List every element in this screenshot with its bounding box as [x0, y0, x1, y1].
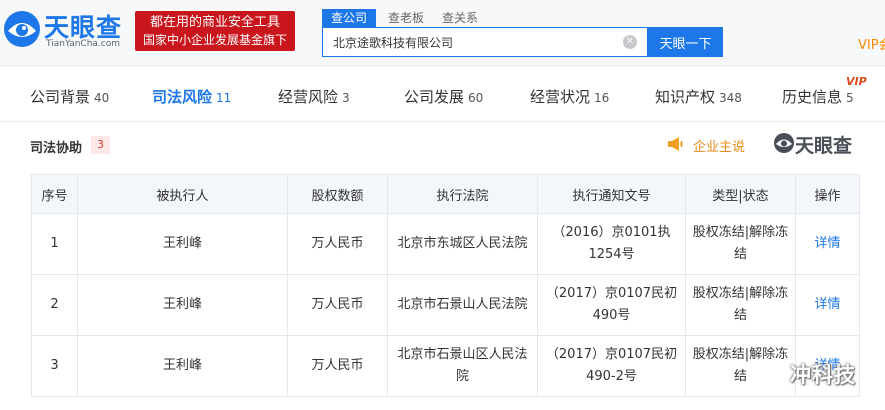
nav-label: 历史信息	[782, 88, 843, 106]
cell-notice-no: （2016）京0101执1254号	[537, 213, 686, 275]
cell-person[interactable]: 王利峰	[77, 213, 288, 275]
detail-link[interactable]: 详情	[795, 274, 860, 336]
column-header: 被执行人	[77, 174, 288, 214]
cell-index: 3	[31, 335, 78, 397]
speak-label: 企业主说	[693, 140, 746, 155]
nav-label: 司法风险	[152, 88, 213, 106]
nav-label: 公司背景	[30, 88, 91, 106]
nav-item-ip[interactable]: 知识产权 348	[655, 86, 742, 107]
column-header: 股权数额	[287, 174, 388, 214]
eye-logo-icon	[774, 133, 794, 153]
search-input[interactable]	[323, 28, 619, 56]
nav-item-development[interactable]: 公司发展 60	[404, 86, 483, 107]
wechat-icon	[748, 360, 777, 383]
megaphone-icon	[668, 137, 683, 151]
watermark-text: 冲科技	[790, 363, 856, 387]
logo-domain: TianYanCha.com	[46, 39, 121, 49]
close-circle-icon[interactable]: ✕	[623, 35, 637, 49]
cell-type-status: 股权冻结|解除冻结	[685, 335, 796, 397]
table-row: 1 王利峰 万人民币 北京市东城区人民法院 （2016）京0101执1254号 …	[31, 213, 860, 275]
banner-line-2: 国家中小企业发展基金旗下	[142, 33, 287, 47]
cell-index: 2	[31, 274, 78, 336]
search-button[interactable]: 天眼一下	[648, 27, 723, 57]
cell-equity-amount: 万人民币	[287, 335, 388, 397]
search-box: ✕	[322, 27, 648, 57]
column-header: 类型|状态	[685, 174, 796, 214]
company-nav: 公司背景 40 司法风险 11 经营风险 3 公司发展 60 经营状况 16 知识产权 34…	[0, 66, 885, 122]
tianyancha-logo[interactable]: 天眼查 TianYanCha.com	[2, 6, 130, 52]
nav-label: 公司发展	[404, 88, 465, 106]
column-header: 操作	[795, 174, 860, 214]
promo-banner[interactable]: 都在用的商业安全工具 国家中小企业发展基金旗下	[135, 11, 295, 51]
cell-type-status: 股权冻结|解除冻结	[685, 274, 796, 336]
nav-label: 经营风险	[278, 88, 339, 106]
cell-court: 北京市石景山区人民法院	[387, 335, 538, 397]
cell-index: 1	[31, 213, 78, 275]
nav-item-background[interactable]: 公司背景 40	[30, 86, 109, 107]
tab-search-company[interactable]: 查公司	[322, 9, 377, 27]
small-logo-text: 天眼查	[795, 135, 853, 157]
cell-person[interactable]: 王利峰	[77, 335, 288, 397]
section-title: 司法协助	[30, 141, 83, 156]
cell-court: 北京市东城区人民法院	[387, 213, 538, 275]
nav-count: 60	[468, 91, 484, 105]
nav-item-operation-risk[interactable]: 经营风险 3	[278, 86, 350, 107]
logo-mark-icon	[4, 11, 40, 47]
cell-notice-no: （2017）京0107民初490-2号	[537, 335, 686, 397]
vip-badge: VIP	[846, 75, 867, 88]
cell-court: 北京市石景山人民法院	[387, 274, 538, 336]
column-header: 执行通知文号	[537, 174, 686, 214]
nav-count: 16	[594, 91, 610, 105]
nav-label: 知识产权	[655, 88, 716, 106]
judicial-assistance-table: 序号 被执行人 股权数额 执行法院 执行通知文号 类型|状态 操作 1 王利峰 …	[31, 174, 860, 397]
table-header-row: 序号 被执行人 股权数额 执行法院 执行通知文号 类型|状态 操作	[31, 174, 860, 214]
nav-count: 5	[846, 91, 854, 105]
column-header: 执行法院	[387, 174, 538, 214]
cell-equity-amount: 万人民币	[287, 213, 388, 275]
cell-person[interactable]: 王利峰	[77, 274, 288, 336]
nav-count: 11	[216, 91, 232, 105]
table-row: 3 王利峰 万人民币 北京市石景山区人民法院 （2017）京0107民初490-…	[31, 335, 860, 397]
banner-line-1: 都在用的商业安全工具	[149, 15, 280, 30]
nav-count: 348	[719, 91, 742, 105]
tab-search-boss[interactable]: 查老板	[388, 9, 424, 27]
column-header: 序号	[31, 174, 78, 214]
nav-label: 经营状况	[530, 88, 591, 106]
cell-equity-amount: 万人民币	[287, 274, 388, 336]
nav-count: 40	[94, 91, 110, 105]
nav-item-history[interactable]: 历史信息 5	[782, 86, 854, 107]
detail-link[interactable]: 详情	[795, 213, 860, 275]
vip-link[interactable]: VIP会	[858, 34, 885, 53]
top-header: 天眼查 TianYanCha.com 都在用的商业安全工具 国家中小企业发展基金…	[0, 0, 885, 66]
nav-count: 3	[342, 91, 350, 105]
cell-type-status: 股权冻结|解除冻结	[685, 213, 796, 275]
tab-search-relation[interactable]: 查关系	[442, 9, 478, 27]
cell-notice-no: （2017）京0107民初490号	[537, 274, 686, 336]
section-count-badge: 3	[91, 136, 110, 154]
table-row: 2 王利峰 万人民币 北京市石景山人民法院 （2017）京0107民初490号 …	[31, 274, 860, 336]
nav-item-business-status[interactable]: 经营状况 16	[530, 86, 609, 107]
nav-item-judicial-risk[interactable]: 司法风险 11	[152, 86, 231, 107]
